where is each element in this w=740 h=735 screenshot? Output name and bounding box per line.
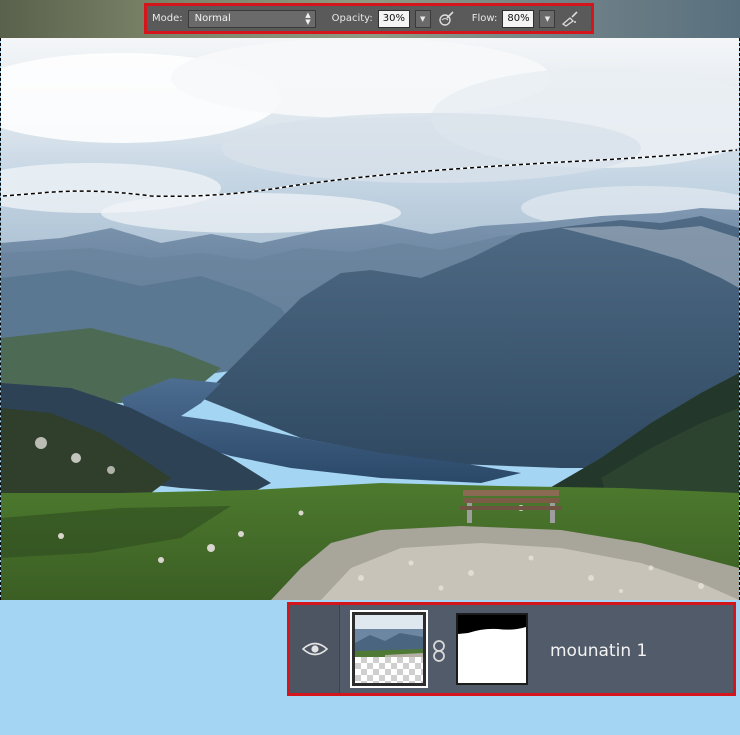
brush-options-bar: Mode: Normal ▲ ▼ Opacity: 30% ▼ Flow: 80%… (144, 3, 594, 34)
chevron-updown-icon: ▲ ▼ (305, 10, 311, 26)
pressure-opacity-icon[interactable] (436, 9, 456, 29)
eye-icon (301, 642, 328, 656)
airbrush-icon[interactable] (560, 9, 580, 29)
mountain-lake-photo (1, 38, 739, 600)
layer-visibility-toggle[interactable] (290, 605, 340, 693)
flow-input[interactable]: 80% (502, 9, 535, 28)
layer-row[interactable]: mounatin 1 (287, 602, 736, 696)
document-canvas[interactable] (0, 38, 740, 600)
opacity-dropdown-button[interactable]: ▼ (414, 9, 431, 28)
layer-mask-gradient (458, 615, 526, 683)
flow-dropdown-button[interactable]: ▼ (539, 9, 556, 28)
mode-value: Normal (194, 13, 231, 24)
flow-label: Flow: (471, 13, 498, 24)
layer-mask-thumbnail[interactable] (456, 613, 528, 685)
link-icon[interactable] (430, 638, 448, 664)
transparency-checker (355, 657, 423, 683)
mode-label: Mode: (152, 13, 183, 24)
opacity-input[interactable]: 30% (377, 9, 410, 28)
triangle-down-icon: ▼ (544, 14, 551, 23)
layer-name[interactable]: mounatin 1 (550, 641, 647, 661)
triangle-down-icon: ▼ (420, 14, 426, 23)
mode-select[interactable]: Normal ▲ ▼ (187, 9, 316, 28)
layer-thumbnail[interactable] (350, 610, 428, 688)
opacity-label: Opacity: (331, 13, 373, 24)
